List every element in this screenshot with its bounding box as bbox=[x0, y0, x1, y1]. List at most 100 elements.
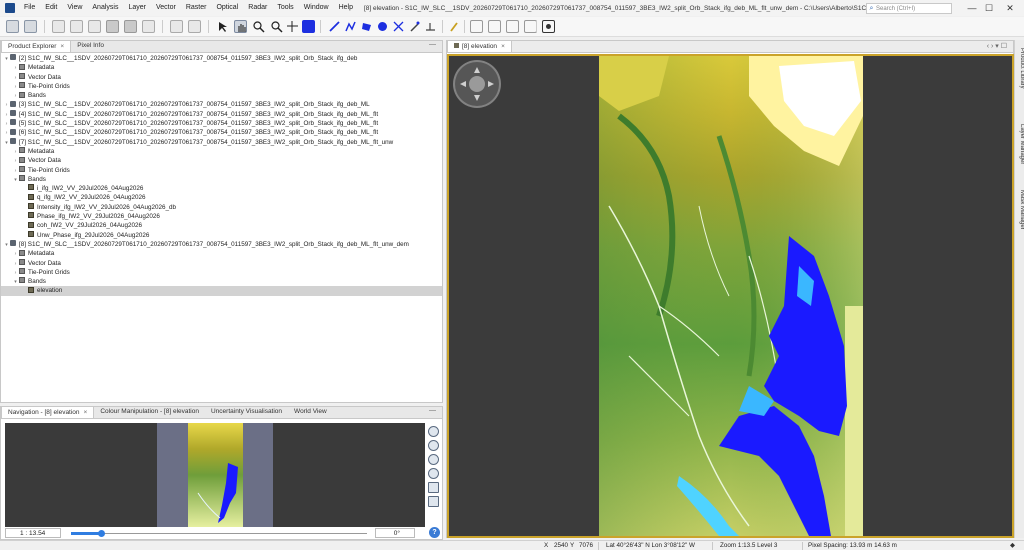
help-icon[interactable]: ? bbox=[429, 527, 440, 538]
folder-icon bbox=[19, 147, 25, 154]
zoom-slider-track[interactable] bbox=[71, 533, 367, 534]
tile-horizontal-icon[interactable] bbox=[470, 20, 483, 33]
sync-cursor-icon[interactable] bbox=[428, 496, 439, 507]
navigation-overview[interactable] bbox=[5, 423, 425, 527]
tab-pixel-info[interactable]: Pixel Info bbox=[71, 40, 110, 52]
tree-band-row[interactable]: i_ifg_IW2_VV_29Jul2026_04Aug2026 bbox=[1, 184, 442, 193]
tab-product-library[interactable]: Product Library bbox=[1015, 48, 1024, 89]
rotation-field[interactable]: 0° bbox=[375, 528, 415, 538]
tab-world-view[interactable]: World View bbox=[288, 406, 333, 418]
draw-polyline-icon[interactable] bbox=[344, 20, 357, 33]
menu-tools[interactable]: Tools bbox=[272, 0, 298, 16]
sync-views-icon[interactable] bbox=[542, 20, 555, 33]
draw-polygon-icon[interactable] bbox=[360, 20, 373, 33]
menu-vector[interactable]: Vector bbox=[151, 0, 181, 16]
tree-product-row[interactable]: ▾ [2] S1C_IW_SLC__1SDV_20260729T061710_20… bbox=[1, 54, 442, 63]
tree-folder-row[interactable]: › Vector Data bbox=[1, 72, 442, 82]
tree-folder-row[interactable]: › Bands bbox=[1, 91, 442, 100]
menu-optical[interactable]: Optical bbox=[211, 0, 243, 16]
close-button[interactable]: ✕ bbox=[996, 0, 1024, 16]
image-canvas[interactable] bbox=[447, 54, 1014, 538]
graph-builder-icon[interactable] bbox=[170, 20, 183, 33]
magic-wand-icon[interactable] bbox=[408, 20, 421, 33]
view-window-controls[interactable]: ‹ › ▾ ☐ bbox=[987, 42, 1007, 50]
minimize-panel-button[interactable]: — bbox=[429, 41, 436, 48]
zoom-in-icon[interactable] bbox=[428, 426, 439, 437]
tab-mask-manager[interactable]: Mask Manager bbox=[1015, 190, 1024, 230]
zoom-in-tool-icon[interactable] bbox=[270, 20, 283, 33]
menu-window[interactable]: Window bbox=[299, 0, 334, 16]
tile-evenly-icon[interactable] bbox=[506, 20, 519, 33]
tab-uncertainty-visualisation[interactable]: Uncertainty Visualisation bbox=[205, 406, 288, 418]
tree-band-row[interactable]: Phase_ifg_IW2_VV_29Jul2026_04Aug2026 bbox=[1, 212, 442, 221]
menu-raster[interactable]: Raster bbox=[181, 0, 212, 16]
draw-rectangle-icon[interactable] bbox=[302, 20, 315, 33]
select-tool-icon[interactable] bbox=[216, 20, 229, 33]
tree-folder-row[interactable]: › Tie-Point Grids bbox=[1, 165, 442, 175]
zoom-slider-handle[interactable] bbox=[98, 530, 105, 537]
range-finder-icon[interactable] bbox=[392, 20, 405, 33]
tie-point-icon[interactable] bbox=[106, 20, 119, 33]
tree-band-row[interactable]: coh_IW2_VV_29Jul2026_04Aug2026 bbox=[1, 221, 442, 230]
close-tab-icon[interactable]: × bbox=[501, 43, 505, 50]
filter-icon[interactable] bbox=[124, 20, 137, 33]
tree-product-row[interactable]: › [4] S1C_IW_SLC__1SDV_20260729T061710_20… bbox=[1, 110, 442, 119]
open-product-icon[interactable] bbox=[6, 20, 19, 33]
close-tab-icon[interactable]: × bbox=[84, 409, 88, 416]
tab-navigation[interactable]: Navigation - [8] elevation × bbox=[1, 406, 95, 418]
pin-tool-icon[interactable] bbox=[448, 20, 461, 33]
tree-product-row[interactable]: › [3] S1C_IW_SLC__1SDV_20260729T061710_20… bbox=[1, 100, 442, 109]
tree-band-row[interactable]: Intensity_ifg_IW2_VV_29Jul2026_04Aug2026… bbox=[1, 203, 442, 212]
menu-edit[interactable]: Edit bbox=[40, 0, 62, 16]
minimize-panel-button[interactable]: — bbox=[429, 407, 436, 414]
tree-folder-row[interactable]: ▾ Bands bbox=[1, 277, 442, 286]
tree-folder-row[interactable]: › Vector Data bbox=[1, 258, 442, 268]
draw-line-icon[interactable] bbox=[328, 20, 341, 33]
tab-product-explorer[interactable]: Product Explorer × bbox=[1, 40, 72, 52]
tree-folder-row[interactable]: › Vector Data bbox=[1, 156, 442, 165]
pin-manager-icon[interactable] bbox=[424, 20, 437, 33]
menu-layer[interactable]: Layer bbox=[123, 0, 151, 16]
tree-product-row[interactable]: ▾ [8] S1C_IW_SLC__1SDV_20260729T061710_20… bbox=[1, 240, 442, 249]
subset-icon[interactable] bbox=[70, 20, 83, 33]
tree-folder-row[interactable]: ▾ Bands bbox=[1, 175, 442, 184]
tree-product-row[interactable]: › [6] S1C_IW_SLC__1SDV_20260729T061710_20… bbox=[1, 128, 442, 137]
menu-view[interactable]: View bbox=[62, 0, 87, 16]
close-tab-icon[interactable]: × bbox=[60, 43, 64, 50]
navigation-control-icon[interactable] bbox=[453, 60, 501, 108]
scale-field[interactable]: 1 : 13.54 bbox=[5, 528, 61, 538]
gcp-tool-icon[interactable] bbox=[286, 20, 299, 33]
tree-folder-row[interactable]: › Tie-Point Grids bbox=[1, 82, 442, 91]
tree-folder-row[interactable]: › Tie-Point Grids bbox=[1, 268, 442, 277]
save-product-icon[interactable] bbox=[24, 20, 37, 33]
tree-folder-row[interactable]: › Metadata bbox=[1, 63, 442, 72]
tab-elevation[interactable]: [8] elevation × bbox=[447, 40, 512, 52]
search-input[interactable]: ⌕ Search (Ctrl+I) bbox=[866, 3, 952, 14]
tree-band-row[interactable]: elevation bbox=[1, 286, 442, 296]
menu-help[interactable]: Help bbox=[334, 0, 358, 16]
tree-band-row[interactable]: q_ifg_IW2_VV_29Jul2026_04Aug2026 bbox=[1, 193, 442, 202]
zoom-out-icon[interactable] bbox=[428, 440, 439, 451]
band-maths-icon[interactable] bbox=[52, 20, 65, 33]
tile-vertical-icon[interactable] bbox=[488, 20, 501, 33]
menu-file[interactable]: File bbox=[19, 0, 40, 16]
tree-folder-row[interactable]: › Metadata bbox=[1, 249, 442, 258]
menu-analysis[interactable]: Analysis bbox=[87, 0, 123, 16]
draw-ellipse-icon[interactable] bbox=[376, 20, 389, 33]
spectrum-icon[interactable] bbox=[142, 20, 155, 33]
menu-radar[interactable]: Radar bbox=[243, 0, 272, 16]
tree-folder-row[interactable]: › Metadata bbox=[1, 147, 442, 156]
pan-tool-icon[interactable] bbox=[234, 20, 247, 33]
tree-product-row[interactable]: › [5] S1C_IW_SLC__1SDV_20260729T061710_20… bbox=[1, 119, 442, 128]
properties-icon[interactable] bbox=[88, 20, 101, 33]
tree-product-row[interactable]: ▾ [7] S1C_IW_SLC__1SDV_20260729T061710_20… bbox=[1, 138, 442, 147]
tab-colour-manipulation[interactable]: Colour Manipulation - [8] elevation bbox=[94, 406, 205, 418]
zoom-pixel-icon[interactable] bbox=[428, 454, 439, 465]
sync-views-icon[interactable] bbox=[428, 482, 439, 493]
zoom-all-icon[interactable] bbox=[428, 468, 439, 479]
zoom-tool-icon[interactable] bbox=[252, 20, 265, 33]
tab-layer-manager[interactable]: Layer Manager bbox=[1015, 124, 1024, 164]
tree-band-row[interactable]: Unw_Phase_ifg_29Jul2026_04Aug2026 bbox=[1, 230, 442, 240]
batch-processing-icon[interactable] bbox=[188, 20, 201, 33]
notification-icon[interactable]: ◆ bbox=[1010, 541, 1015, 550]
